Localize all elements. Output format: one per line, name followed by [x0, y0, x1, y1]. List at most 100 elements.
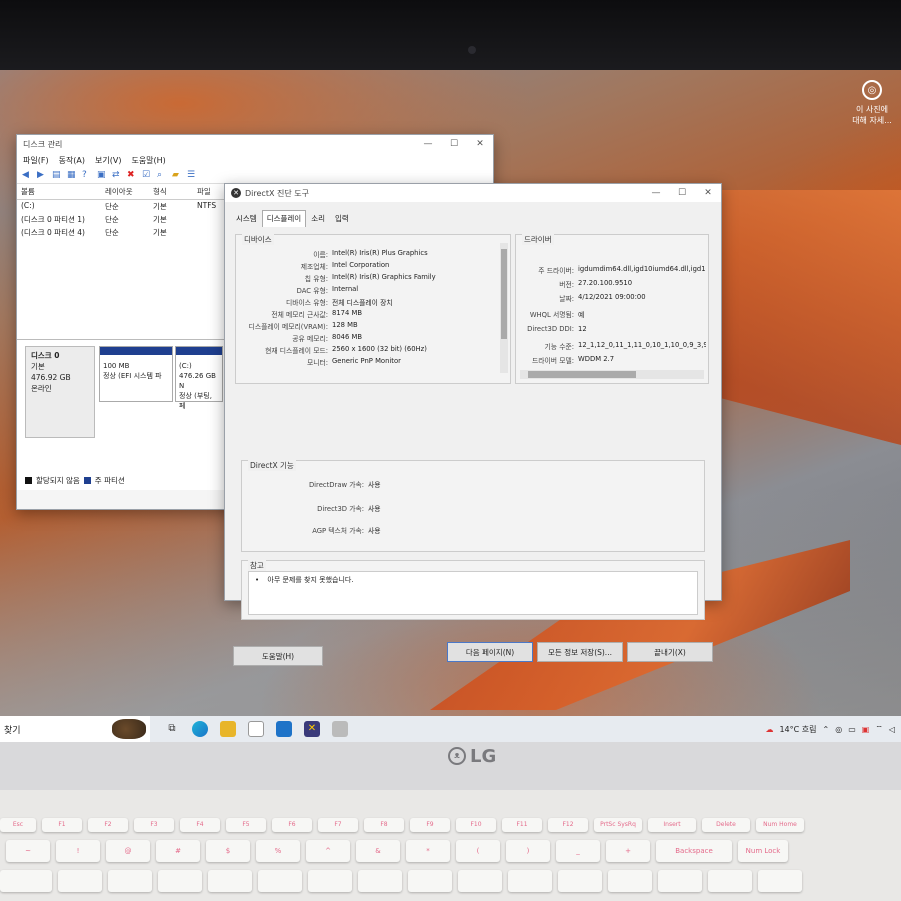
key — [458, 870, 502, 892]
disk-label[interactable]: 디스크 0 기본 476.92 GB 온라인 — [25, 346, 95, 438]
key: F3 — [134, 818, 174, 832]
maximize-icon[interactable]: ☐ — [669, 188, 695, 198]
connect-icon[interactable]: ⇄ — [112, 170, 122, 180]
directx-icon[interactable]: ✕ — [304, 721, 320, 737]
value: Internal — [332, 285, 359, 293]
next-page-button[interactable]: 다음 페이지(N) — [447, 642, 533, 662]
driver-hscrollbar[interactable] — [520, 370, 704, 379]
photo-info-widget[interactable]: ◎ 이 사진에 대해 자세... — [846, 80, 898, 126]
device-display-mode-row: 현재 디스플레이 모드: 2560 x 1600 (32 bit) (60Hz) — [236, 345, 427, 355]
chevron-up-icon[interactable]: ⌃ — [823, 725, 830, 734]
label: Direct3D DDI: — [527, 325, 574, 333]
partition-name: (C:) — [179, 362, 192, 370]
close-icon[interactable]: ✕ — [467, 139, 493, 149]
wifi-icon[interactable]: ⌔ — [875, 724, 883, 734]
weather-icon[interactable]: ☁ — [765, 725, 773, 734]
disk-status: 온라인 — [31, 384, 52, 393]
group-title: DirectX 기능 — [248, 460, 296, 471]
key: $ — [206, 840, 250, 862]
task-view-icon[interactable]: ⧉ — [164, 721, 180, 737]
edge-icon[interactable] — [192, 721, 208, 737]
partition-efi[interactable]: 100 MB 정상 (EFI 시스템 파 — [99, 346, 173, 402]
driver-model-row: 드라이버 모델: WDDM 2.7 — [516, 355, 614, 365]
help-icon[interactable]: ? — [82, 170, 92, 180]
label: WHQL 서명됨: — [529, 311, 574, 319]
network-icon[interactable]: ◎ — [835, 725, 842, 734]
minimize-icon[interactable]: — — [643, 188, 669, 198]
key: F7 — [318, 818, 358, 832]
notes-group: 참고 • 아무 문제를 찾지 못했습니다. — [241, 560, 705, 620]
label: 전체 메모리 근사값: — [271, 311, 328, 319]
key — [158, 870, 202, 892]
driver-group: 드라이버 주 드라이버: igdumdim64.dll,igd10iumd64.d… — [515, 234, 709, 384]
notes-box[interactable]: • 아무 문제를 찾지 못했습니다. — [248, 571, 698, 615]
exit-button[interactable]: 끝내기(X) — [627, 642, 713, 662]
column-layout[interactable]: 레이아웃 — [101, 186, 149, 197]
titlebar[interactable]: ✕ DirectX 진단 도구 — ☐ ✕ — [225, 184, 721, 202]
partition-size: 476.26 GB N — [179, 372, 216, 390]
tab-sound[interactable]: 소리 — [306, 210, 330, 227]
mail-icon[interactable] — [276, 721, 292, 737]
cell-volume: (디스크 0 파티션 4) — [21, 228, 85, 237]
value: 12_1,12_0,11_1,11_0,10_1,10_0,9_3,9_ — [578, 341, 706, 349]
column-filesystem[interactable]: 파일 — [193, 186, 223, 197]
volume-icon[interactable]: ◁ — [889, 725, 895, 734]
label: 날짜: — [559, 295, 574, 303]
tab-display[interactable]: 디스플레이 — [261, 210, 307, 227]
app-tray-icon[interactable]: ▣ — [862, 725, 870, 734]
disk-type: 기본 — [31, 362, 45, 371]
weather-text[interactable]: 14°C 흐림 — [779, 724, 816, 735]
disk-management-icon[interactable] — [332, 721, 348, 737]
key: Delete — [702, 818, 750, 832]
brand-logo: ᴥ LG — [448, 742, 496, 770]
photo-info-line2: 대해 자세... — [852, 116, 892, 125]
minimize-icon[interactable]: — — [415, 139, 441, 149]
label: 드라이버 모델: — [532, 357, 574, 365]
battery-icon[interactable]: ▭ — [848, 725, 856, 734]
key: + — [606, 840, 650, 862]
back-arrow-icon[interactable]: ◀ — [22, 170, 32, 180]
save-all-button[interactable]: 모든 정보 저장(S)... — [537, 642, 623, 662]
function-key-row: Esc F1 F2 F3 F4 F5 F6 F7 F8 F9 F10 F11 F… — [0, 818, 804, 832]
search-icon[interactable]: ⌕ — [157, 170, 167, 180]
key: % — [256, 840, 300, 862]
titlebar[interactable]: 디스크 관리 — ☐ ✕ — [17, 135, 493, 153]
number-key-row: ~ ! @ # $ % ^ & * ( ) _ + Backspace Num … — [6, 840, 788, 862]
file-explorer-icon[interactable] — [220, 721, 236, 737]
key: ( — [456, 840, 500, 862]
photo-info-line1: 이 사진에 — [856, 105, 888, 114]
details-icon[interactable]: ▦ — [67, 170, 77, 180]
check-icon[interactable]: ☑ — [142, 170, 152, 180]
menu-action[interactable]: 동작(A) — [59, 155, 85, 166]
search-box[interactable]: 찾기 — [0, 716, 150, 742]
device-scrollbar[interactable] — [500, 243, 508, 373]
delete-icon[interactable]: ✖ — [127, 170, 137, 180]
list-icon[interactable]: ☰ — [187, 170, 197, 180]
key: Num Home — [756, 818, 804, 832]
taskbar-apps: ⧉ ✕ — [164, 721, 348, 737]
label: 제조업체: — [300, 263, 328, 271]
value: 2560 x 1600 (32 bit) (60Hz) — [332, 345, 427, 353]
menu-view[interactable]: 보기(V) — [95, 155, 121, 166]
tab-input[interactable]: 입력 — [330, 210, 354, 227]
group-title: 디바이스 — [242, 234, 274, 245]
scrollbar-thumb[interactable] — [528, 371, 636, 378]
list-view-icon[interactable]: ▤ — [52, 170, 62, 180]
menu-file[interactable]: 파일(F) — [23, 155, 49, 166]
scrollbar-thumb[interactable] — [501, 249, 507, 339]
forward-arrow-icon[interactable]: ▶ — [37, 170, 47, 180]
properties-icon[interactable]: ▣ — [97, 170, 107, 180]
maximize-icon[interactable]: ☐ — [441, 139, 467, 149]
column-type[interactable]: 형식 — [149, 186, 193, 197]
help-button[interactable]: 도움말(H) — [233, 646, 323, 666]
column-volume[interactable]: 볼륨 — [17, 186, 101, 197]
partition-c[interactable]: (C:) 476.26 GB N 정상 (부팅, 페 — [175, 346, 223, 410]
close-icon[interactable]: ✕ — [695, 188, 721, 198]
key: F5 — [226, 818, 266, 832]
menu-help[interactable]: 도움말(H) — [131, 155, 165, 166]
store-icon[interactable] — [248, 721, 264, 737]
key — [358, 870, 402, 892]
value: 12 — [578, 325, 587, 333]
folder-icon[interactable]: ▰ — [172, 170, 182, 180]
tab-system[interactable]: 시스템 — [231, 210, 262, 227]
